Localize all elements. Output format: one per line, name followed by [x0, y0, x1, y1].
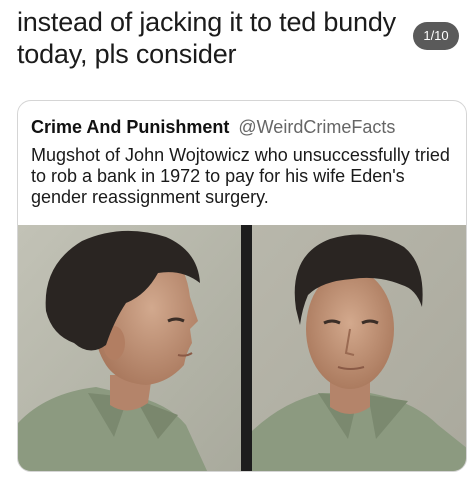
mugshot-photo[interactable]	[18, 225, 466, 471]
profile-view	[18, 225, 241, 471]
quoted-tweet-card[interactable]: Crime And Punishment @WeirdCrimeFacts Mu…	[17, 100, 467, 472]
post-caption: instead of jacking it to ted bundy today…	[17, 7, 396, 69]
quoted-tweet-text: Mugshot of John Wojtowicz who unsuccessf…	[31, 145, 450, 207]
quoted-author-name[interactable]: Crime And Punishment	[31, 117, 229, 137]
mugshot-image	[18, 225, 466, 471]
quoted-author-handle[interactable]: @WeirdCrimeFacts	[238, 117, 395, 137]
page-indicator-badge[interactable]: 1/10	[413, 22, 459, 50]
front-view	[252, 225, 466, 471]
quoted-tweet-header: Crime And Punishment @WeirdCrimeFacts	[31, 117, 395, 137]
photo-divider	[241, 225, 252, 471]
